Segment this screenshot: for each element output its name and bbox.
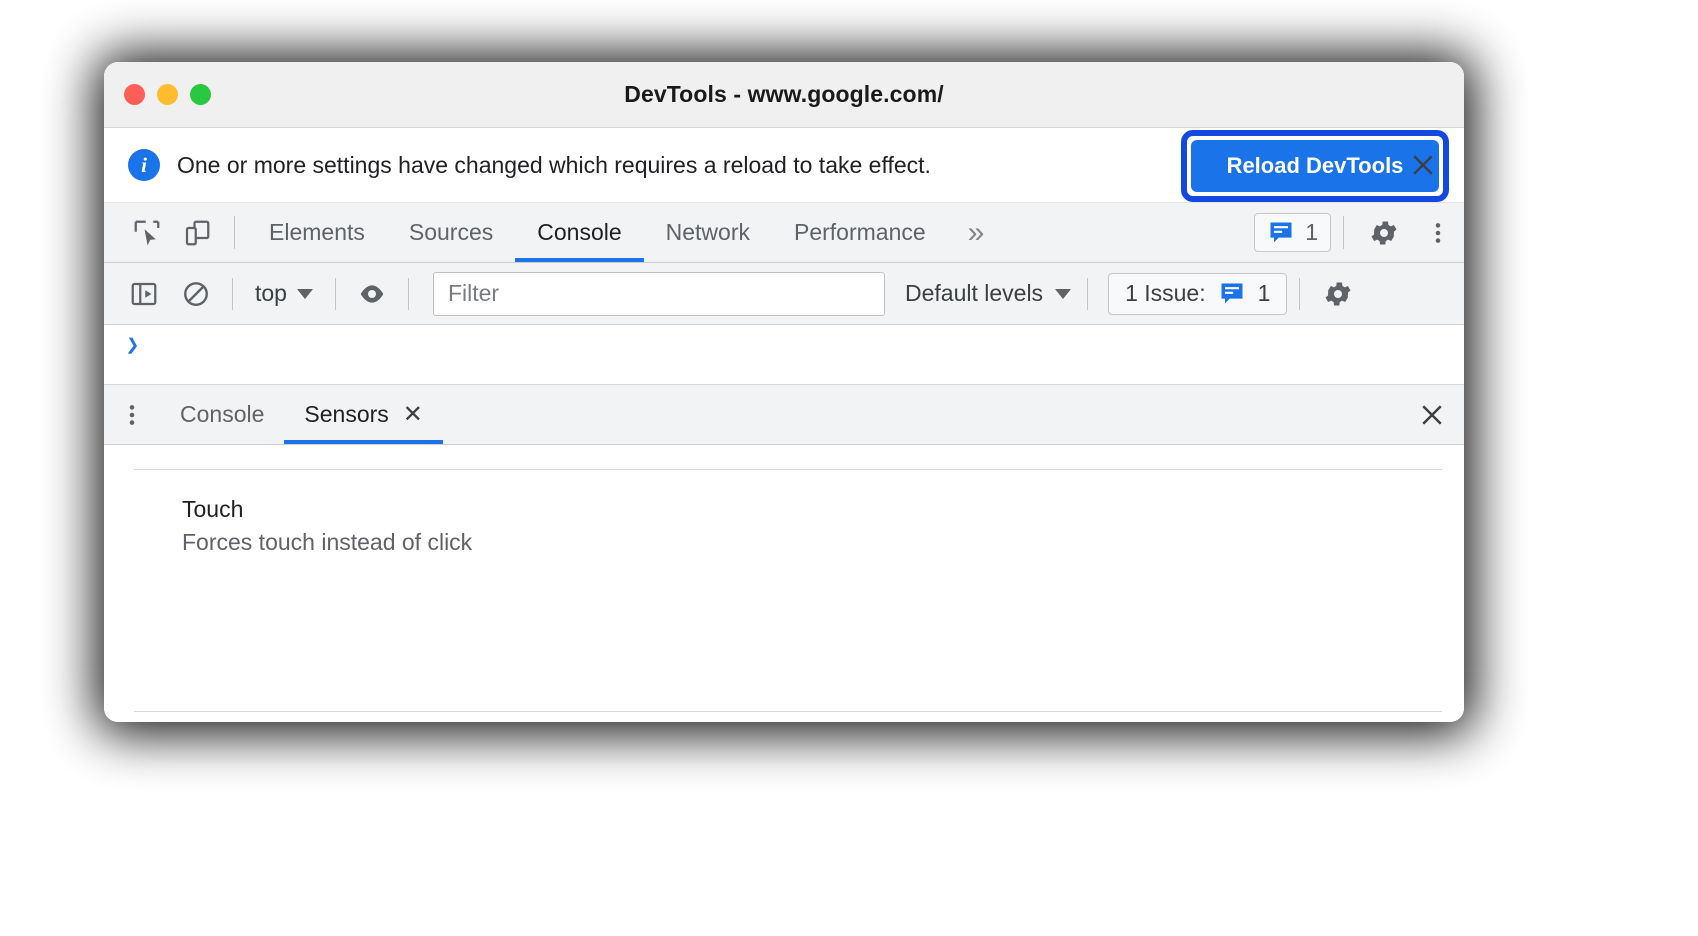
log-levels-label: Default levels [904,280,1044,306]
drawer-tabbar-spacer [443,385,1400,444]
drawer-kebab-menu-icon[interactable] [104,385,160,444]
cursor-select-icon[interactable] [122,203,172,262]
tab-label: Network [665,219,750,245]
devtools-window: DevTools - www.google.com/ i One or more… [104,62,1464,722]
execution-context-selector[interactable]: top [243,280,325,307]
close-icon[interactable]: ✕ [403,402,423,427]
reload-notification-banner: i One or more settings have changed whic… [104,128,1464,203]
device-toolbar-icon[interactable] [172,203,222,262]
drawer-tab-console[interactable]: Console [160,385,284,444]
log-levels-selector[interactable]: Default levels [904,280,1072,307]
toolbar-divider [1343,216,1344,249]
info-icon: i [128,149,160,181]
toolbar-divider [334,277,336,310]
drawer-tab-label: Console [180,401,265,427]
sensors-panel: Touch Forces touch instead of click Forc… [104,445,1464,722]
tabbar-spacer [1004,203,1254,262]
reload-devtools-button[interactable]: Reload DevTools [1191,140,1439,192]
tab-label: Sources [408,219,494,245]
tab-performance[interactable]: Performance [772,203,948,262]
close-drawer-icon[interactable] [1400,385,1464,444]
toolbar-divider [232,277,233,310]
tab-elements[interactable]: Elements [247,203,387,262]
clear-console-icon[interactable] [170,263,222,325]
tab-label: Performance [794,219,926,245]
window-titlebar: DevTools - www.google.com/ [104,62,1464,128]
tab-console[interactable]: Console [515,203,645,262]
toolbar-divider [407,277,409,310]
console-sidebar-icon[interactable] [118,263,170,325]
console-output-area[interactable]: ❯ [104,325,1464,385]
tab-network[interactable]: Network [644,203,772,262]
toolbar-divider [234,216,235,249]
issues-count: 1 [1305,219,1318,245]
issue-message-icon [1270,222,1292,242]
window-title: DevTools - www.google.com/ [624,81,944,107]
section-divider-bottom [134,711,1442,712]
issues-count: 1 [1257,280,1271,306]
banner-message: One or more settings have changed which … [177,151,931,178]
issue-message-icon [1221,283,1243,303]
issues-counter-button[interactable]: 1 [1254,213,1331,252]
banner-close-icon[interactable] [1408,150,1438,180]
devtools-panel-tabbar: Elements Sources Console Network Perform… [104,203,1464,263]
drawer-tab-label: Sensors [304,401,389,427]
drawer-tabbar: Console Sensors ✕ [104,385,1464,445]
touch-section-title: Touch [182,496,244,522]
tab-sources[interactable]: Sources [387,203,515,262]
execution-context-label: top [255,280,287,306]
chevron-down-icon [1055,288,1072,299]
drawer-tab-sensors[interactable]: Sensors ✕ [284,385,444,444]
more-tabs-icon[interactable]: » [948,203,1005,262]
console-prompt-icon: ❯ [125,333,141,360]
gear-icon[interactable] [1312,263,1364,325]
toolbar-divider [1087,277,1089,310]
touch-section: Touch Forces touch instead of click [104,470,1464,556]
tab-label: Elements [269,219,365,245]
issues-bar-button[interactable]: 1 Issue: 1 [1108,272,1288,315]
filter-input[interactable] [432,271,885,316]
touch-section-description: Forces touch instead of click [182,529,473,555]
live-expression-icon[interactable] [346,263,398,325]
console-filter-toolbar: top Default levels 1 Issue: [104,263,1464,325]
chevron-down-icon [296,288,313,299]
page-backdrop: DevTools - www.google.com/ i One or more… [0,0,1698,936]
toolbar-divider [1299,277,1301,310]
gear-icon[interactable] [1356,203,1412,262]
issues-label: 1 Issue: [1125,280,1206,306]
tab-label: Console [537,219,622,245]
kebab-menu-icon[interactable] [1412,203,1464,262]
